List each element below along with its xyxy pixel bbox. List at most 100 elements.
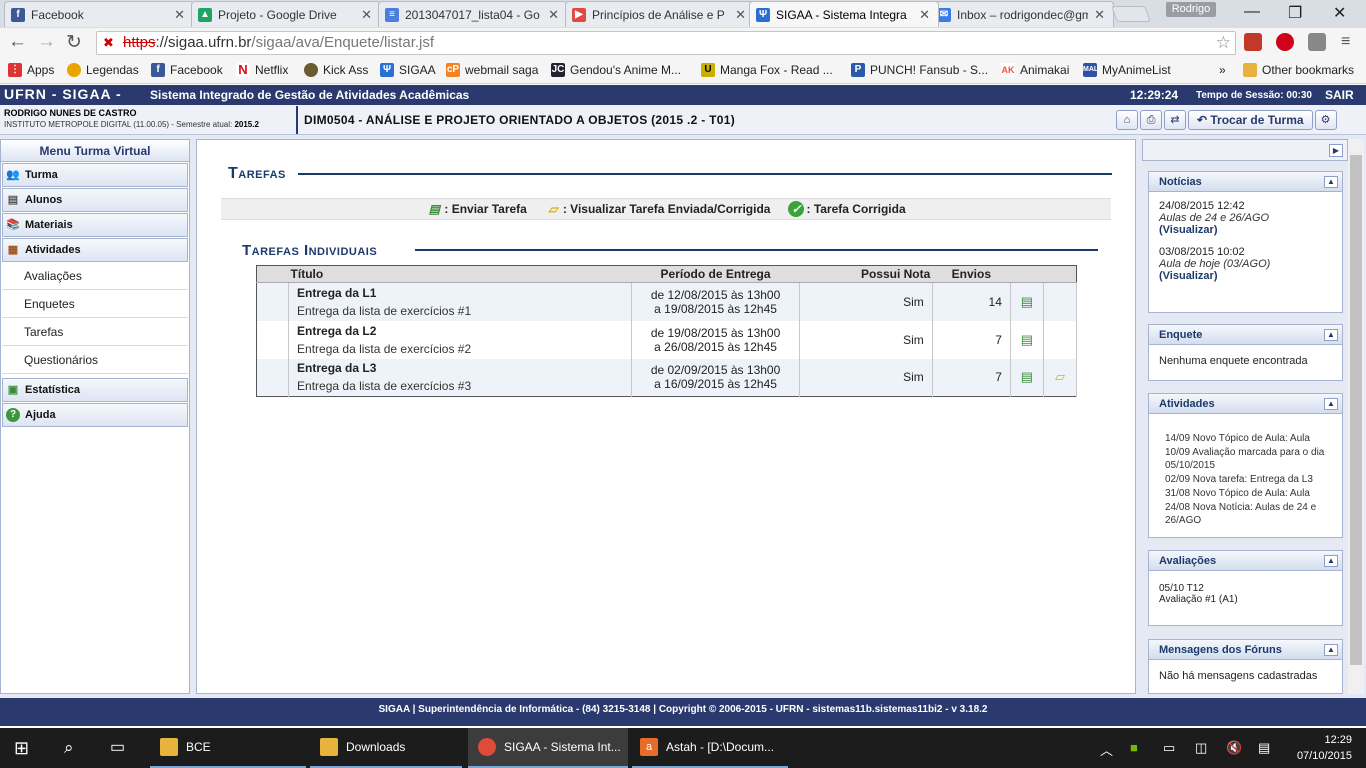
minimize-panel-icon[interactable]: ▲ (1324, 329, 1338, 341)
reload-icon[interactable]: ↻ (66, 31, 82, 54)
close-icon[interactable]: ✕ (548, 7, 559, 23)
send-task-icon[interactable]: ▤ (1019, 332, 1035, 348)
logout-link[interactable]: SAIR (1325, 88, 1354, 102)
legend-visualizar: ▱: Visualizar Tarefa Enviada/Corrigida (545, 201, 770, 217)
minimize-icon[interactable]: — (1244, 3, 1260, 21)
minimize-panel-icon[interactable]: ▲ (1324, 644, 1338, 656)
panel-title: Enquete (1159, 329, 1203, 341)
search-icon[interactable]: ⌕ (64, 728, 74, 768)
tab-inbox[interactable]: ✉ Inbox – rodrigondec@gm ✕ (930, 1, 1114, 27)
taskbar-chrome[interactable]: SIGAA - Sistema Int... (468, 728, 628, 768)
collapse-arrow-icon[interactable]: ▶ (1329, 144, 1343, 157)
settings-icon[interactable]: ⚙ (1314, 110, 1337, 130)
bookmark-mangafox[interactable]: U Manga Fox - Read ... (701, 63, 833, 77)
activity-item[interactable]: 14/09 Novo Tópico de Aula: Aula (1165, 432, 1336, 445)
minimize-panel-icon[interactable]: ▲ (1324, 398, 1338, 410)
extension-tool-icon[interactable] (1308, 33, 1326, 51)
news-view-link[interactable]: (Visualizar) (1159, 224, 1218, 236)
bookmark-star-icon[interactable]: ☆ (1216, 32, 1231, 54)
submenu-tarefas[interactable]: Tarefas (2, 318, 188, 346)
submenu-avaliacoes[interactable]: Avaliações (2, 262, 188, 290)
menu-item-estatistica[interactable]: ▣ Estatística (2, 378, 188, 402)
activity-item[interactable]: 02/09 Nova tarefa: Entrega da L3 (1165, 473, 1336, 486)
window-close-icon[interactable]: ✕ (1333, 3, 1346, 23)
windows-start-icon[interactable]: ⊞ (14, 728, 29, 768)
chrome-menu-icon[interactable]: ≡ (1341, 33, 1350, 51)
close-icon[interactable]: ✕ (1094, 7, 1105, 23)
news-view-link[interactable]: (Visualizar) (1159, 270, 1218, 282)
close-icon[interactable]: ✕ (919, 7, 930, 23)
taskbar-astah[interactable]: a Astah - [D:\Docum... (632, 728, 788, 768)
minimize-panel-icon[interactable]: ▲ (1324, 555, 1338, 567)
news-date: 03/08/2015 10:02 (1159, 246, 1245, 258)
back-icon[interactable]: ← (8, 31, 27, 53)
tray-up-arrow-icon[interactable]: ︿ (1100, 740, 1113, 759)
bookmark-animakai[interactable]: AK Animakai (1001, 63, 1069, 77)
page-scrollbar[interactable] (1348, 139, 1364, 694)
task-view-icon[interactable]: ▭ (110, 728, 125, 768)
close-icon[interactable]: ✕ (735, 7, 746, 23)
bookmarks-overflow[interactable]: » (1219, 63, 1226, 77)
activity-item[interactable]: 31/08 Novo Tópico de Aula: Aula (1165, 487, 1336, 500)
drive-tray-icon[interactable]: ▭ (1163, 740, 1175, 756)
submenu-enquetes[interactable]: Enquetes (2, 290, 188, 318)
bookmark-myanimelist[interactable]: MAL MyAnimeList (1083, 63, 1171, 77)
bookmark-apps[interactable]: ⋮ Apps (8, 63, 54, 77)
switch-class-button[interactable]: ↶ Trocar de Turma (1188, 110, 1313, 130)
other-bookmarks[interactable]: Other bookmarks (1243, 63, 1354, 77)
taskbar-downloads[interactable]: Downloads (310, 728, 462, 768)
tab-title: Projeto - Google Drive (218, 7, 337, 22)
bookmark-gendou[interactable]: JC Gendou's Anime M... (551, 63, 681, 77)
bookmark-facebook[interactable]: f Facebook (151, 63, 223, 77)
table-row: Entrega da L2 Entrega da lista de exercíc… (256, 320, 1078, 359)
url-bar[interactable]: ✖ https://sigaa.ufrn.br/sigaa/ava/Enquet… (96, 31, 1236, 55)
tab-sigaa[interactable]: Ψ SIGAA - Sistema Integra ✕ (749, 1, 939, 27)
bookmark-punch[interactable]: P PUNCH! Fansub - S... (851, 63, 988, 77)
network-icon[interactable]: ◫ (1195, 740, 1207, 756)
url-path: /sigaa/ava/Enquete/listar.jsf (251, 34, 435, 51)
activities-icon: ▦ (7, 244, 19, 256)
extension-power-icon[interactable] (1276, 33, 1294, 51)
tab-principios[interactable]: ▶ Princípios de Análise e P ✕ (565, 1, 755, 27)
tab-google-docs[interactable]: ≡ 2013047017_lista04 - Go ✕ (378, 1, 568, 27)
extension-book-icon[interactable] (1244, 33, 1262, 51)
activity-item[interactable]: 24/08 Nova Notícia: Aulas de 24 e 26/AGO (1165, 501, 1336, 527)
bookmark-webmail[interactable]: cP webmail saga (446, 63, 538, 77)
send-task-icon[interactable]: ▤ (1019, 294, 1035, 310)
print-icon[interactable]: ⎙ (1140, 110, 1162, 130)
view-task-icon[interactable]: ▱ (1052, 369, 1068, 385)
minimize-panel-icon[interactable]: ▲ (1324, 176, 1338, 188)
system-clock[interactable]: 12:29 07/10/2015 (1290, 732, 1352, 764)
bookmark-kickass[interactable]: Kick Ass (304, 63, 368, 77)
profile-badge[interactable]: Rodrigo (1166, 2, 1216, 17)
bookmark-netflix[interactable]: N Netflix (236, 63, 288, 77)
close-icon[interactable]: ✕ (174, 7, 185, 23)
send-task-icon[interactable]: ▤ (1019, 369, 1035, 385)
submenu-questionarios[interactable]: Questionários (2, 346, 188, 374)
menu-item-ajuda[interactable]: ? Ajuda (2, 403, 188, 427)
restore-icon[interactable]: ❐ (1288, 3, 1302, 23)
panel-header: Atividades ▲ (1149, 394, 1342, 414)
new-tab-button[interactable] (1111, 6, 1151, 22)
scrollbar-thumb[interactable] (1350, 155, 1362, 665)
close-icon[interactable]: ✕ (361, 7, 372, 23)
swap-icon[interactable]: ⇄ (1164, 110, 1186, 130)
nvidia-icon[interactable]: ■ (1130, 740, 1138, 755)
activity-item[interactable]: 10/09 Avaliação marcada para o dia 05/10… (1165, 446, 1336, 472)
volume-mute-icon[interactable]: 🔇 (1226, 740, 1242, 756)
taskbar-bce[interactable]: BCE (150, 728, 306, 768)
tab-google-drive[interactable]: ▲ Projeto - Google Drive ✕ (191, 1, 381, 27)
news-item: 24/08/2015 12:42 Aulas de 24 e 26/AGO (Vis… (1159, 200, 1332, 236)
menu-item-materiais[interactable]: 📚 Materiais (2, 213, 188, 237)
notifications-icon[interactable]: ▤ (1258, 740, 1270, 756)
menu-item-alunos[interactable]: ▤ Alunos (2, 188, 188, 212)
tab-facebook[interactable]: f Facebook ✕ (4, 1, 194, 27)
folder-icon (1243, 63, 1257, 77)
home-icon[interactable]: ⌂ (1116, 110, 1138, 130)
forward-icon[interactable]: → (37, 31, 56, 53)
menu-item-turma[interactable]: 👥 Turma (2, 163, 188, 187)
menu-item-atividades[interactable]: ▦ Atividades (2, 238, 188, 262)
bookmark-legendas[interactable]: Legendas (67, 63, 139, 77)
panel-text: Não há mensagens cadastradas (1159, 670, 1318, 682)
bookmark-sigaa[interactable]: Ψ SIGAA (380, 63, 436, 77)
